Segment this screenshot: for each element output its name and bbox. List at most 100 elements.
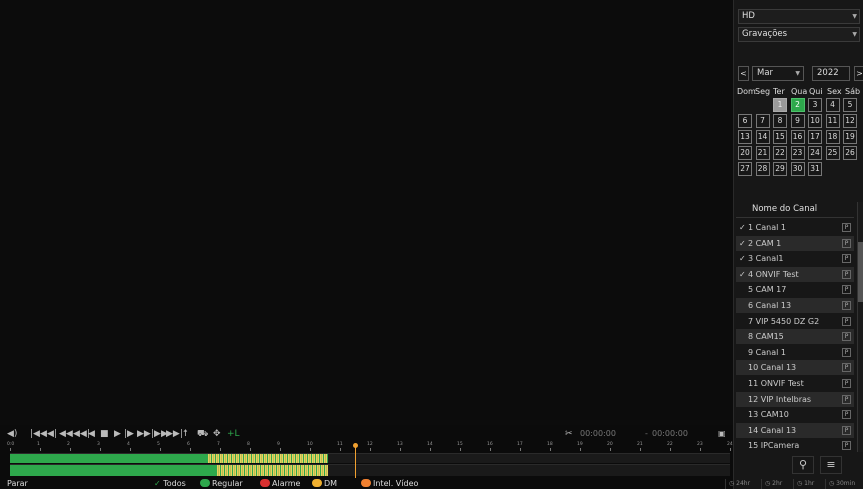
clip-icon[interactable]: ✂ [565, 428, 573, 440]
channel-checkbox[interactable]: ✓ [739, 220, 747, 235]
scroll-thumb[interactable] [858, 242, 863, 302]
calendar-day[interactable]: 21 [755, 146, 770, 160]
channel-playback-button[interactable]: P [842, 347, 851, 357]
prev-month-button[interactable]: < [738, 66, 749, 81]
zoom-24hr[interactable]: ◷ 24hr [725, 479, 750, 489]
zoom-30min[interactable]: ◷ 30min [825, 479, 855, 489]
tag-icon[interactable]: +L [227, 428, 240, 440]
channel-row[interactable]: 15 IPCamera P [736, 438, 854, 453]
calendar-day[interactable]: 28 [755, 162, 770, 176]
calendar-day[interactable]: 14 [755, 130, 770, 144]
channel-playback-button[interactable]: P [842, 363, 851, 373]
timeline-track-2[interactable] [10, 464, 730, 476]
calendar-day[interactable]: 3 [808, 98, 822, 112]
channel-row[interactable]: ✓ 2 CAM 1 P [736, 235, 854, 251]
calendar-day[interactable]: 6 [738, 114, 752, 128]
channel-row[interactable]: 11 ONVIF Test P [736, 376, 854, 391]
calendar-day[interactable]: 2 [790, 98, 805, 112]
calendar-day[interactable]: 30 [790, 162, 805, 176]
zoom-1hr[interactable]: ◷ 1hr [793, 479, 814, 489]
save-icon[interactable]: ▣ [718, 428, 726, 440]
volume-icon[interactable]: ◀) [7, 428, 17, 440]
timeline-track-1[interactable] [10, 453, 730, 463]
channel-row[interactable]: 5 CAM 17 P [736, 282, 854, 297]
channel-playback-button[interactable]: P [842, 394, 851, 404]
calendar-day[interactable]: 10 [808, 114, 822, 128]
timeline[interactable]: 0:0 1 2 3 4 5 6 7 8 9 10 11 12 13 14 15 16 17 18 19 20 21 22 23… [0, 442, 733, 478]
channel-playback-button[interactable]: P [842, 285, 851, 295]
channel-row[interactable]: ✓ 3 Canal1 P [736, 251, 854, 266]
slow-rewind-icon[interactable]: ◀◀ [59, 428, 73, 440]
channel-playback-button[interactable]: P [842, 223, 851, 232]
calendar-day[interactable]: 8 [773, 114, 787, 128]
channel-playback-button[interactable]: P [842, 238, 851, 248]
calendar-day[interactable]: 16 [790, 130, 805, 144]
channel-checkbox[interactable]: ✓ [739, 267, 747, 282]
calendar-day[interactable]: 26 [843, 146, 857, 160]
channel-scrollbar[interactable] [857, 202, 863, 452]
calendar-day[interactable]: 22 [773, 146, 787, 160]
calendar-day[interactable]: 13 [738, 130, 752, 144]
calendar-day[interactable]: 9 [790, 114, 805, 128]
quality-select[interactable]: HD ▼ [738, 9, 860, 24]
channel-playback-button[interactable]: P [842, 441, 851, 451]
calendar-day[interactable]: 7 [755, 114, 770, 128]
calendar-day[interactable]: 1 [773, 98, 787, 112]
play-icon[interactable]: ▶ [114, 428, 121, 440]
channel-playback-button[interactable]: P [842, 254, 851, 264]
channel-playback-button[interactable]: P [842, 316, 851, 326]
prev-frame-icon[interactable]: ◀| [47, 428, 57, 440]
next-frame-icon[interactable]: |▶ [124, 428, 134, 440]
motion-vehicle-icon[interactable]: ⛟ [197, 428, 208, 440]
calendar-day[interactable]: 18 [825, 130, 840, 144]
zoom-2hr[interactable]: ◷ 2hr [761, 479, 782, 489]
channel-playback-button[interactable]: P [842, 410, 851, 420]
calendar-day[interactable]: 24 [808, 146, 822, 160]
timeline-cursor-handle[interactable] [353, 443, 358, 448]
channel-row[interactable]: 14 Canal 13 P [736, 422, 854, 438]
stop-icon[interactable]: ■ [100, 428, 109, 440]
channel-playback-button[interactable]: P [842, 269, 851, 279]
channel-row[interactable]: 9 Canal 1 P [736, 345, 854, 360]
legend-all[interactable]: ✓ Todos [154, 479, 186, 489]
channel-playback-button[interactable]: P [842, 379, 851, 388]
skip-start-icon[interactable]: |◀◀ [30, 428, 47, 440]
calendar-day[interactable]: 5 [843, 98, 857, 112]
channel-row[interactable]: 13 CAM10 P [736, 407, 854, 422]
legend-intel[interactable]: Intel. Vídeo [361, 479, 418, 489]
pin-icon[interactable]: ✥ [213, 428, 221, 440]
calendar-day[interactable]: 31 [808, 162, 822, 176]
channel-row[interactable]: 12 VIP Intelbras P [736, 391, 854, 407]
calendar-day[interactable]: 29 [773, 162, 787, 176]
legend-regular[interactable]: Regular [200, 479, 243, 489]
reverse-play-icon[interactable]: ◀ [88, 428, 95, 440]
calendar-day[interactable]: 12 [843, 114, 857, 128]
channel-checkbox[interactable]: ✓ [739, 236, 747, 251]
list-view-button[interactable]: ≡ [820, 456, 842, 474]
month-select[interactable]: Mar ▼ [752, 66, 804, 81]
channel-playback-button[interactable]: P [842, 332, 851, 342]
channel-row[interactable]: 7 VIP 5450 DZ G2 P [736, 314, 854, 329]
calendar-day[interactable]: 11 [825, 114, 840, 128]
legend-md[interactable]: DM [312, 479, 337, 489]
next-month-button[interactable]: > [854, 66, 863, 81]
record-type-select[interactable]: Gravações ▼ [738, 27, 860, 42]
calendar-day[interactable]: 20 [738, 146, 752, 160]
channel-row[interactable]: ✓ 1 Canal 1 P [736, 220, 854, 235]
channel-playback-button[interactable]: P [842, 425, 851, 435]
video-area[interactable] [0, 0, 733, 425]
motion-person-icon[interactable]: ☨ [183, 428, 188, 440]
fast-forward-icon[interactable]: ▶▶ [137, 428, 151, 440]
timeline-cursor[interactable] [355, 446, 356, 478]
calendar-day[interactable]: 23 [790, 146, 805, 160]
channel-row[interactable]: 6 Canal 13 P [736, 298, 854, 313]
calendar-day[interactable]: 17 [808, 130, 822, 144]
channel-row[interactable]: ✓ 4 ONVIF Test P [736, 266, 854, 282]
calendar-day[interactable]: 15 [773, 130, 787, 144]
skip-end-icon[interactable]: ▶▶| [166, 428, 183, 440]
calendar-day[interactable]: 19 [843, 130, 857, 144]
channel-row[interactable]: 10 Canal 13 P [736, 360, 854, 376]
calendar-day[interactable]: 27 [738, 162, 752, 176]
channel-playback-button[interactable]: P [842, 301, 851, 310]
year-input[interactable]: 2022 [812, 66, 850, 81]
